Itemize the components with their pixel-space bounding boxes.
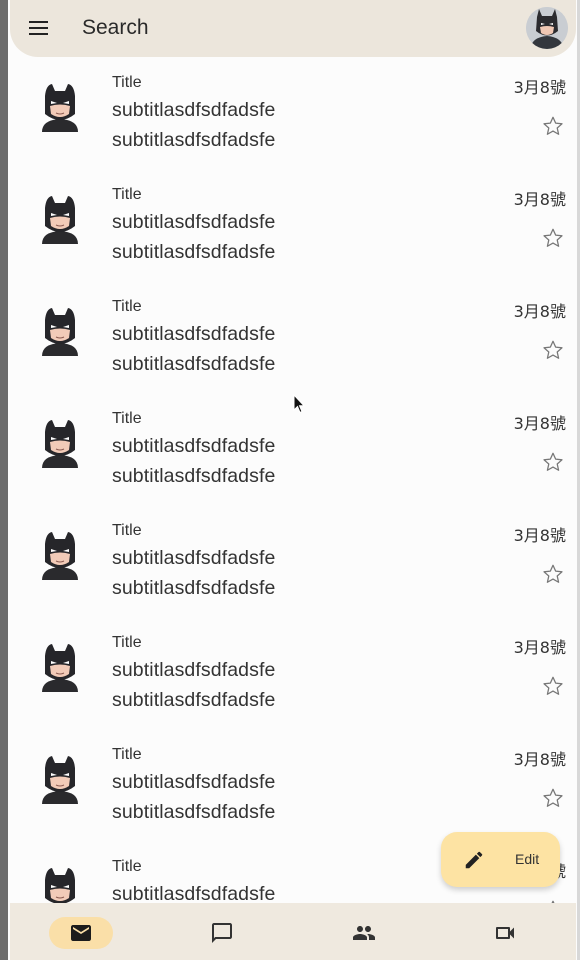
email-title: Title: [112, 186, 142, 203]
email-list-item[interactable]: Title subtitlasdfsdfadsfe subtitlasdfsdf…: [10, 729, 576, 841]
edit-fab-label: Edit: [515, 851, 540, 867]
email-subtitle-line1: subtitlasdfsdfadsfe: [112, 211, 276, 233]
email-list-item[interactable]: Title subtitlasdfsdfadsfe subtitlasdfsdf…: [10, 505, 576, 617]
email-list-item[interactable]: Title subtitlasdfsdfadsfe subtitlasdfsdf…: [10, 281, 576, 393]
email-subtitle-line2: subtitlasdfsdfadsfe: [112, 353, 276, 375]
star-icon[interactable]: [542, 563, 564, 585]
email-list-item[interactable]: Title subtitlasdfsdfadsfe subtitlasdfsdf…: [10, 57, 576, 169]
batman-avatar-icon: [526, 7, 568, 49]
email-subtitle-line2: subtitlasdfsdfadsfe: [112, 241, 276, 263]
star-icon[interactable]: [542, 675, 564, 697]
email-subtitle-line2: subtitlasdfsdfadsfe: [112, 465, 276, 487]
nav-item-people[interactable]: [332, 917, 396, 949]
email-list[interactable]: Title subtitlasdfsdfadsfe subtitlasdfsdf…: [10, 57, 576, 903]
video-icon: [496, 927, 514, 939]
mail-icon: [71, 925, 91, 941]
email-title: Title: [112, 858, 142, 875]
email-list-item[interactable]: Title subtitlasdfsdfadsfe subtitlasdfsdf…: [10, 617, 576, 729]
email-title: Title: [112, 410, 142, 427]
star-icon[interactable]: [542, 787, 564, 809]
email-date: 3月8號: [513, 750, 566, 769]
email-subtitle-line2: subtitlasdfsdfadsfe: [112, 129, 276, 151]
sender-avatar: [38, 866, 82, 903]
sender-avatar: [38, 642, 82, 692]
chat-icon: [212, 923, 232, 943]
search-bar[interactable]: Search: [10, 0, 576, 57]
pencil-icon: [465, 851, 483, 869]
star-icon[interactable]: [542, 451, 564, 473]
email-date: 3月8號: [513, 190, 566, 209]
email-subtitle-line1: subtitlasdfsdfadsfe: [112, 771, 276, 793]
sender-avatar: [38, 306, 82, 356]
people-icon: [353, 926, 375, 940]
email-subtitle-line1: subtitlasdfsdfadsfe: [112, 547, 276, 569]
email-date: 3月8號: [513, 78, 566, 97]
email-date: 3月8號: [513, 526, 566, 545]
email-title: Title: [112, 298, 142, 315]
mouse-cursor-icon: [293, 394, 305, 414]
sender-avatar: [38, 82, 82, 132]
email-date: 3月8號: [513, 302, 566, 321]
account-avatar[interactable]: [526, 7, 568, 49]
email-subtitle-line1: subtitlasdfsdfadsfe: [112, 435, 276, 457]
menu-icon[interactable]: [28, 18, 50, 38]
bottom-navigation: [10, 903, 576, 960]
email-list-item[interactable]: Title subtitlasdfsdfadsfe subtitlasdfsdf…: [10, 169, 576, 281]
edit-fab-button[interactable]: Edit: [441, 832, 560, 887]
sender-avatar: [38, 754, 82, 804]
email-subtitle-line1: subtitlasdfsdfadsfe: [112, 323, 276, 345]
email-subtitle-line2: subtitlasdfsdfadsfe: [112, 577, 276, 599]
email-subtitle-line1: subtitlasdfsdfadsfe: [112, 99, 276, 121]
email-subtitle-line2: subtitlasdfsdfadsfe: [112, 801, 276, 823]
window-edge-left: [0, 0, 8, 960]
email-date: 3月8號: [513, 414, 566, 433]
email-subtitle-line2: subtitlasdfsdfadsfe: [112, 689, 276, 711]
nav-item-chat[interactable]: [190, 917, 254, 949]
star-icon[interactable]: [542, 115, 564, 137]
email-subtitle-line1: subtitlasdfsdfadsfe: [112, 659, 276, 681]
email-subtitle-line1: subtitlasdfsdfadsfe: [112, 883, 276, 903]
email-title: Title: [112, 522, 142, 539]
email-title: Title: [112, 634, 142, 651]
sender-avatar: [38, 194, 82, 244]
sender-avatar: [38, 418, 82, 468]
search-label[interactable]: Search: [82, 16, 149, 40]
email-title: Title: [112, 74, 142, 91]
email-title: Title: [112, 746, 142, 763]
nav-item-mail[interactable]: [49, 917, 113, 949]
star-icon[interactable]: [542, 339, 564, 361]
nav-item-video[interactable]: [473, 917, 537, 949]
sender-avatar: [38, 530, 82, 580]
star-icon[interactable]: [542, 227, 564, 249]
email-date: 3月8號: [513, 638, 566, 657]
